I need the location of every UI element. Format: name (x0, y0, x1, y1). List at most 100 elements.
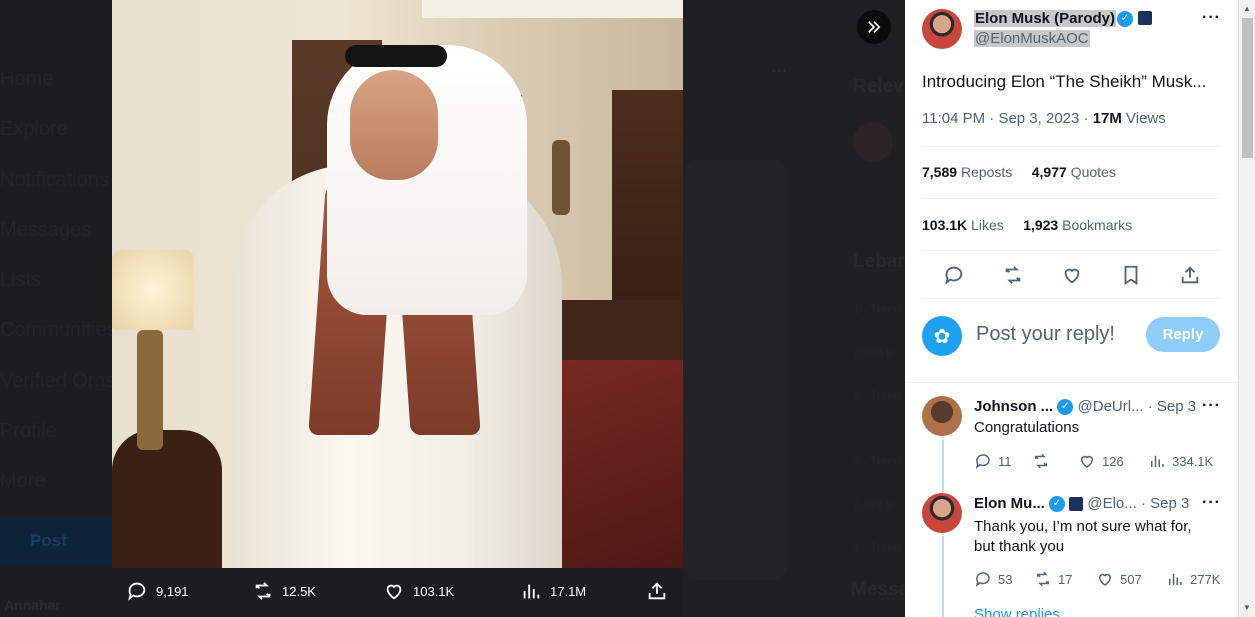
comment-date[interactable]: · Sep 3 (1148, 398, 1196, 415)
background-user-name: Annahar (4, 597, 61, 613)
photo-repost-action[interactable]: 12.5K (252, 580, 316, 602)
more-options-icon[interactable]: ··· (1202, 9, 1221, 27)
comment-author-handle[interactable]: @Elo... (1087, 495, 1136, 512)
more-options-icon[interactable]: ··· (1202, 494, 1221, 512)
share-icon (1181, 266, 1199, 284)
nav-lists: Lists (0, 269, 42, 291)
heart-icon (1080, 455, 1094, 468)
photo-lamp-shade (112, 250, 194, 330)
more-options-icon[interactable]: ··· (1202, 397, 1221, 415)
comment-views-action[interactable]: 334.1K (1148, 452, 1213, 470)
tweet-time[interactable]: 11:04 PM (922, 110, 985, 127)
like-button[interactable] (1061, 264, 1083, 286)
comment-repost-action[interactable] (1032, 452, 1050, 470)
author-name[interactable]: Elon Musk (Parody) (974, 10, 1117, 27)
repost-quote-stats: 7,589 Reposts 4,977 Quotes (922, 164, 1116, 180)
comment-views-count: 277K (1190, 571, 1221, 587)
photo-like-action[interactable]: 103.1K (383, 580, 454, 602)
photo-repost-count: 12.5K (282, 583, 316, 599)
nav-home: Home (0, 68, 54, 90)
comment-reply-action[interactable]: 11 (974, 452, 1012, 470)
double-chevron-right-icon (868, 21, 881, 33)
scroll-up-arrow-icon[interactable]: ▲ (1243, 4, 1251, 13)
nav-notifications: Notifications (0, 169, 109, 191)
bookmarks-label: Bookmarks (1062, 217, 1133, 233)
comment-date[interactable]: · Sep 3 (1141, 495, 1189, 512)
author-handle[interactable]: @ElonMuskAOC (974, 30, 1090, 47)
comment-author-name[interactable]: Elon Mu... (974, 495, 1045, 512)
repost-button[interactable] (1002, 264, 1024, 286)
photo-views-action[interactable]: 17.1M (520, 580, 586, 602)
reposts-stat[interactable]: 7,589 Reposts (922, 164, 1012, 180)
divider (922, 250, 1221, 251)
comment-like-action[interactable]: 126 (1078, 452, 1124, 470)
show-replies-link[interactable]: Show replies (974, 606, 1060, 617)
current-user-avatar[interactable]: ✿ (922, 316, 962, 356)
bookmark-icon (1124, 265, 1138, 285)
comment-repost-action[interactable]: 17 (1034, 570, 1072, 588)
tweet-views-label: Views (1126, 110, 1166, 127)
comment-views-action[interactable]: 277K (1166, 570, 1220, 588)
background-trend-line: 2 · Trend (853, 388, 902, 402)
divider (905, 382, 1238, 383)
scrollbar[interactable]: ▲ ▼ (1238, 0, 1255, 617)
verified-badge-icon: ✓ (1117, 10, 1133, 28)
reply-icon (945, 266, 963, 285)
tweet-text: Introducing Elon “The Sheikh” Musk... (922, 72, 1207, 91)
scroll-thumb[interactable] (1242, 18, 1253, 158)
tweet-date[interactable]: Sep 3, 2023 (998, 110, 1079, 127)
comment-repost-count: 17 (1058, 571, 1073, 587)
comment-views-count: 334.1K (1172, 453, 1214, 469)
comment-reply-action[interactable]: 53 (974, 570, 1012, 588)
repost-icon (255, 582, 271, 600)
bookmark-button[interactable] (1120, 264, 1142, 286)
collapse-panel-button[interactable] (857, 10, 891, 44)
comment-avatar[interactable] (922, 493, 962, 533)
background-more-icon: ··· (771, 62, 787, 79)
photo-face (350, 70, 438, 180)
reposts-label: Reposts (960, 164, 1013, 180)
reposts-count: 7,589 (922, 164, 958, 180)
comment-author-name[interactable]: Johnson ... (974, 398, 1053, 415)
reply-button[interactable] (943, 264, 965, 286)
photo-like-count: 103.1K (413, 583, 455, 599)
views-chart-icon (1151, 455, 1164, 467)
heart-icon (1064, 268, 1080, 284)
quotes-stat[interactable]: 4,977 Quotes (1032, 164, 1116, 180)
divider (922, 146, 1221, 147)
share-icon (648, 582, 666, 600)
comment-like-count: 507 (1120, 571, 1142, 587)
background-post-button: Post (0, 517, 112, 565)
photo-views-count: 17.1M (550, 583, 587, 599)
photo-agal (345, 45, 447, 67)
comment-header: Elon Mu... ✓ @Elo... · Sep 3 (974, 495, 1189, 513)
comment-like-action[interactable]: 507 (1096, 570, 1142, 588)
nav-verified-orgs: Verified Orgs (0, 370, 116, 392)
photo-share-action[interactable] (646, 580, 668, 602)
views-chart-icon (523, 584, 540, 599)
like-bookmark-stats: 103.1K Likes 1,923 Bookmarks (922, 217, 1132, 233)
nav-explore: Explore (0, 118, 68, 140)
views-chart-icon (1169, 573, 1182, 585)
author-avatar[interactable] (922, 9, 962, 49)
reply-icon (975, 454, 990, 469)
comment-author-handle[interactable]: @DeUrl... (1078, 398, 1144, 415)
tweet-photo[interactable] (112, 0, 683, 568)
verified-badge-icon: ✓ (1057, 399, 1074, 416)
share-button[interactable] (1179, 264, 1201, 286)
likes-stat[interactable]: 103.1K Likes (922, 217, 1004, 233)
reply-submit-button[interactable]: Reply (1146, 317, 1220, 352)
background-trend-line: 1 · Trend (853, 302, 902, 316)
comment-reply-count: 53 (998, 571, 1013, 587)
comment-like-count: 126 (1102, 453, 1124, 469)
photo-ceiling (422, 0, 683, 18)
bookmarks-stat[interactable]: 1,923 Bookmarks (1023, 217, 1132, 233)
comment-text: Congratulations (974, 419, 1080, 436)
divider (922, 198, 1221, 199)
scroll-down-arrow-icon[interactable]: ▼ (1243, 603, 1251, 612)
comment-avatar[interactable] (922, 396, 962, 436)
photo-reply-action[interactable]: 9,191 (126, 580, 189, 602)
author-name-text: Elon Musk (Parody) (975, 10, 1116, 27)
background-trend-line: 3 · Trend (853, 454, 902, 468)
reply-input[interactable]: Post your reply! (976, 323, 1115, 346)
